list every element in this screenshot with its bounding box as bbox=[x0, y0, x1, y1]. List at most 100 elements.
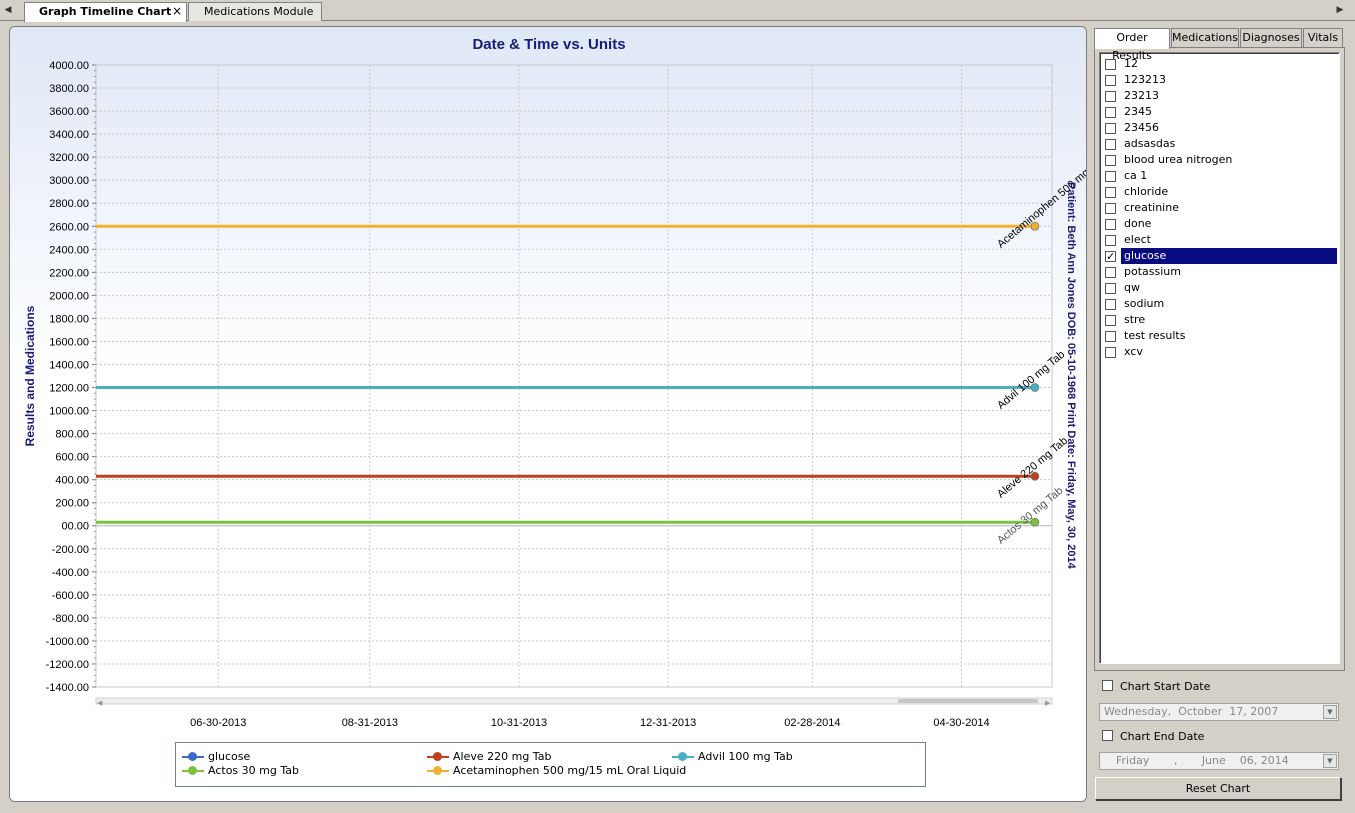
result-checkbox[interactable] bbox=[1105, 123, 1116, 134]
list-item[interactable]: qw bbox=[1102, 280, 1337, 296]
list-item[interactable]: stre bbox=[1102, 312, 1337, 328]
list-item[interactable]: elect bbox=[1102, 232, 1337, 248]
tab-medications-module[interactable]: Medications Module bbox=[188, 2, 322, 21]
chart-canvas: 4000.00 3800.00 3600.00 3400.00 3200.00 3000.… bbox=[23, 60, 1086, 729]
tab-diagnoses[interactable]: Diagnoses bbox=[1240, 28, 1302, 48]
x-tick-label: 06-30-2013 bbox=[190, 717, 246, 729]
y-tick-label: -1400.00 bbox=[46, 682, 89, 694]
list-item[interactable]: adsasdas bbox=[1102, 136, 1337, 152]
list-item[interactable]: potassium bbox=[1102, 264, 1337, 280]
day-part: 17, 2007 bbox=[1229, 705, 1279, 718]
y-tick-label: 3400.00 bbox=[49, 129, 89, 141]
list-item[interactable]: 123213 bbox=[1102, 72, 1337, 88]
result-checkbox[interactable] bbox=[1105, 235, 1116, 246]
result-label: 23456 bbox=[1124, 121, 1159, 134]
x-tick-label: 04-30-2014 bbox=[933, 717, 989, 729]
result-label: 123213 bbox=[1124, 73, 1166, 86]
list-item[interactable]: ca 1 bbox=[1102, 168, 1337, 184]
chart-start-date-checkbox[interactable] bbox=[1102, 680, 1113, 691]
month-part: October bbox=[1178, 705, 1223, 718]
y-axis-label: Results and Medications bbox=[23, 305, 37, 446]
legend-marker bbox=[678, 752, 687, 761]
list-item[interactable]: test results bbox=[1102, 328, 1337, 344]
y-tick-label: -200.00 bbox=[52, 544, 89, 556]
list-item[interactable]: creatinine bbox=[1102, 200, 1337, 216]
chart-end-date-checkbox[interactable] bbox=[1102, 730, 1113, 741]
result-checkbox[interactable] bbox=[1105, 91, 1116, 102]
list-item[interactable]: 2345 bbox=[1102, 104, 1337, 120]
chart-start-date-label: Chart Start Date bbox=[1120, 680, 1211, 693]
tab-vitals[interactable]: Vitals bbox=[1303, 28, 1343, 48]
tab-medications[interactable]: Medications bbox=[1171, 28, 1239, 48]
x-tick-label: 02-28-2014 bbox=[784, 717, 840, 729]
legend-item-aleve: Aleve 220 mg Tab bbox=[425, 750, 551, 764]
list-item[interactable]: sodium bbox=[1102, 296, 1337, 312]
legend-label: Actos 30 mg Tab bbox=[208, 764, 299, 777]
y-tick-label: -400.00 bbox=[52, 567, 89, 579]
chevron-down-icon[interactable]: ▼ bbox=[1323, 754, 1337, 768]
list-item[interactable]: 23213 bbox=[1102, 88, 1337, 104]
close-icon[interactable]: × bbox=[172, 3, 182, 20]
y-tick-label: 3800.00 bbox=[49, 83, 89, 95]
result-checkbox[interactable] bbox=[1105, 187, 1116, 198]
scroll-left-icon: ◀ bbox=[97, 699, 103, 707]
result-label: qw bbox=[1124, 281, 1140, 294]
result-checkbox[interactable] bbox=[1105, 267, 1116, 278]
reset-chart-button[interactable]: Reset Chart bbox=[1095, 777, 1341, 800]
y-tick-label: 1200.00 bbox=[49, 383, 89, 395]
result-checkbox[interactable] bbox=[1105, 155, 1116, 166]
y-tick-label: -1200.00 bbox=[46, 659, 89, 671]
legend-item-advil: Advil 100 mg Tab bbox=[670, 750, 793, 764]
result-label: 23213 bbox=[1124, 89, 1159, 102]
result-checkbox[interactable] bbox=[1105, 299, 1116, 310]
result-label: 2345 bbox=[1124, 105, 1152, 118]
y-tick-label: 3000.00 bbox=[49, 175, 89, 187]
x-scrollbar-thumb bbox=[898, 699, 1038, 703]
x-tick-label: 10-31-2013 bbox=[491, 717, 547, 729]
chart-legend: glucose Aleve 220 mg Tab Advil 100 mg Ta… bbox=[175, 742, 926, 787]
legend-item-glucose: glucose bbox=[180, 750, 250, 764]
result-checkbox[interactable] bbox=[1105, 139, 1116, 150]
result-checkbox[interactable] bbox=[1105, 249, 1116, 265]
result-label: sodium bbox=[1124, 297, 1165, 310]
tab-order-results[interactable]: Order Results bbox=[1094, 28, 1170, 62]
document-tab-strip: ◀ Graph Timeline Chart × Medications Mod… bbox=[0, 0, 1355, 22]
list-item[interactable]: blood urea nitrogen bbox=[1102, 152, 1337, 168]
list-item[interactable]: glucose bbox=[1102, 248, 1337, 265]
tab-graph-timeline-chart[interactable]: Graph Timeline Chart × bbox=[24, 2, 187, 22]
y-tick-label: 2400.00 bbox=[49, 244, 89, 256]
result-checkbox[interactable] bbox=[1105, 347, 1116, 358]
chevron-down-icon[interactable]: ▼ bbox=[1323, 705, 1337, 719]
list-item[interactable]: done bbox=[1102, 216, 1337, 232]
result-checkbox[interactable] bbox=[1105, 107, 1116, 118]
day-part: 06, 2014 bbox=[1239, 754, 1289, 767]
scroll-left-icon[interactable]: ◀ bbox=[2, 3, 14, 17]
list-item[interactable]: xcv bbox=[1102, 344, 1337, 360]
result-checkbox[interactable] bbox=[1105, 331, 1116, 342]
side-tab-strip: Order Results Medications Diagnoses Vita… bbox=[1094, 28, 1344, 62]
order-results-list[interactable]: 1212321323213234523456adsasdasblood urea… bbox=[1099, 52, 1340, 664]
list-item[interactable]: 23456 bbox=[1102, 120, 1337, 136]
chart-start-date-picker[interactable]: Wednesday, October 17, 2007 ▼ bbox=[1099, 703, 1339, 721]
result-checkbox[interactable] bbox=[1105, 171, 1116, 182]
scroll-right-icon[interactable]: ▶ bbox=[1334, 3, 1346, 17]
result-checkbox[interactable] bbox=[1105, 315, 1116, 326]
list-item[interactable]: chloride bbox=[1102, 184, 1337, 200]
y-tick-label: 1600.00 bbox=[49, 336, 89, 348]
legend-label: Aleve 220 mg Tab bbox=[453, 750, 552, 763]
result-label: adsasdas bbox=[1124, 137, 1176, 150]
result-label: glucose bbox=[1121, 248, 1337, 264]
chart-end-date-picker[interactable]: Friday , June 06, 2014 ▼ bbox=[1099, 752, 1339, 770]
y-tick-label: 200.00 bbox=[55, 498, 89, 510]
legend-label: glucose bbox=[208, 750, 251, 763]
result-checkbox[interactable] bbox=[1105, 203, 1116, 214]
weekday-part: Wednesday, bbox=[1104, 705, 1172, 718]
legend-item-actos: Actos 30 mg Tab bbox=[180, 764, 299, 778]
result-checkbox[interactable] bbox=[1105, 219, 1116, 230]
separator: , bbox=[1173, 754, 1178, 767]
result-checkbox[interactable] bbox=[1105, 283, 1116, 294]
result-checkbox[interactable] bbox=[1105, 75, 1116, 86]
order-results-panel: 1212321323213234523456adsasdasblood urea… bbox=[1094, 47, 1345, 671]
month-part: June bbox=[1201, 754, 1226, 767]
y-tick-label: 4000.00 bbox=[49, 60, 89, 72]
